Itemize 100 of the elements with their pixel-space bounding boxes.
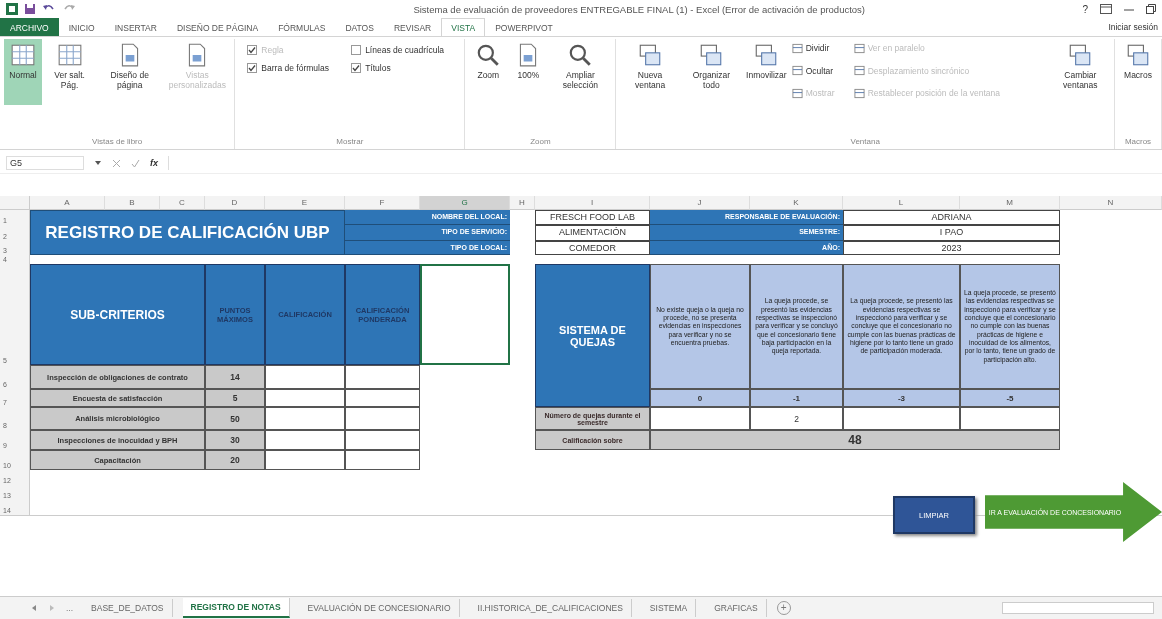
scroll-left-icon[interactable] (30, 604, 38, 612)
checkbox-icon (247, 63, 258, 73)
help-button[interactable]: ? (1082, 3, 1088, 15)
column-header[interactable]: L (843, 196, 960, 210)
column-header[interactable]: N (1060, 196, 1162, 210)
info-value: 2023 (843, 241, 1060, 255)
count-cell[interactable] (650, 407, 750, 430)
windows-icon (1125, 42, 1151, 68)
ribbon-button[interactable]: Organizar todo (681, 39, 742, 105)
ribbon-tab[interactable]: REVISAR (383, 18, 442, 36)
ribbon-tab[interactable]: INSERTAR (104, 18, 167, 36)
info-value: I PAO (843, 225, 1060, 241)
ribbon-tab[interactable]: FÓRMULAS (268, 18, 336, 36)
value-cell: -1 (750, 389, 843, 407)
table-cell: 14 (205, 365, 265, 389)
ribbon-button[interactable]: Normal (4, 39, 42, 105)
column-heading: SUB-CRITERIOS (30, 264, 205, 365)
sheet-tab[interactable]: SISTEMA (641, 599, 697, 617)
sheet-title: REGISTRO DE CALIFICACIÓN UBP (30, 210, 345, 255)
info-value: COMEDOR (535, 241, 650, 255)
column-header[interactable]: G (420, 196, 510, 210)
value-cell: -3 (843, 389, 960, 407)
ribbon-button[interactable]: Nueva ventana (620, 39, 680, 105)
column-header[interactable]: D (205, 196, 265, 210)
checkbox-icon (351, 63, 362, 73)
group-label: Vistas de libro (91, 137, 144, 148)
value-cell: -5 (960, 389, 1060, 407)
name-box[interactable]: G5 (6, 156, 84, 170)
table-cell: 30 (205, 430, 265, 450)
ribbon-checkbox[interactable]: Títulos (351, 63, 453, 73)
table-cell: 5 (205, 389, 265, 407)
column-header[interactable]: I (535, 196, 650, 210)
table-cell: 20 (205, 450, 265, 470)
column-header[interactable]: A (30, 196, 105, 210)
ribbon-button[interactable]: Zoom (469, 39, 508, 105)
sheet-tab[interactable]: II.HISTORICA_DE_CALIFICACIONES (469, 599, 632, 617)
ribbon-display-icon[interactable] (1100, 4, 1112, 14)
column-header[interactable]: J (650, 196, 750, 210)
count-cell[interactable] (843, 407, 960, 430)
excel-icon[interactable] (6, 3, 18, 15)
window-icon (791, 65, 803, 77)
ribbon-button[interactable]: Ampliar selección (549, 39, 612, 105)
window-icon (853, 42, 865, 54)
ribbon-tab[interactable]: DISEÑO DE PÁGINA (166, 18, 269, 36)
column-header[interactable]: F (345, 196, 420, 210)
more-sheets-button[interactable]: ... (66, 603, 74, 613)
window-icon (791, 42, 803, 54)
section-heading: SISTEMA DE QUEJAS (535, 264, 650, 407)
ribbon-tab[interactable]: INICIO (58, 18, 105, 36)
group-label: Zoom (529, 137, 552, 148)
ribbon-small-button[interactable]: Ocultar (791, 61, 852, 80)
ribbon-small-button[interactable]: Dividir (791, 39, 852, 57)
ribbon-button[interactable]: Macros (1119, 39, 1157, 105)
ribbon-checkbox[interactable]: Líneas de cuadrícula (351, 45, 453, 55)
count-cell[interactable]: 2 (750, 407, 843, 430)
sign-in-link[interactable]: Iniciar sesión (1104, 18, 1162, 36)
ribbon-button[interactable]: Inmovilizar (743, 39, 790, 105)
window-icon (791, 87, 803, 99)
column-header[interactable]: B (105, 196, 160, 210)
table-cell: 50 (205, 407, 265, 430)
ribbon-checkbox[interactable]: Barra de fórmulas (247, 63, 338, 73)
ribbon-button[interactable]: Diseño de página (97, 39, 163, 105)
checkbox-icon (351, 45, 362, 55)
column-header[interactable]: H (510, 196, 535, 210)
sheet-tab[interactable]: GRAFICAS (706, 599, 767, 617)
insert-function-button[interactable]: fx (150, 158, 158, 168)
dropdown-icon[interactable] (94, 160, 102, 166)
sheet-tab[interactable]: REGISTRO DE NOTAS (182, 598, 290, 618)
grid-icon (10, 42, 36, 68)
group-label: Mostrar (335, 137, 365, 148)
ribbon-button[interactable]: 100% (509, 39, 548, 105)
window-icon (853, 87, 865, 99)
window-title: Sistema de evaluación de proveedores ENTREGABLE FINAL (1) - Excel (Error de activación de productos) (412, 3, 867, 15)
group-label: Ventana (849, 137, 881, 148)
column-header[interactable]: K (750, 196, 843, 210)
restore-icon[interactable] (1146, 4, 1156, 14)
ribbon-button[interactable]: Ver salt. Pág. (44, 39, 96, 105)
group-label: Macros (1123, 137, 1153, 148)
window-icon (853, 65, 865, 77)
ribbon-tab[interactable]: DATOS (335, 18, 384, 36)
info-value: FRESCH FOOD LAB (535, 210, 650, 225)
ribbon-tab[interactable]: POWERPIVOT (485, 18, 563, 36)
sheet-tab[interactable]: BASE_DE_DATOS (83, 599, 173, 617)
count-cell[interactable] (960, 407, 1060, 430)
sheet-tab[interactable]: EVALUACIÓN DE CONCESIONARIO (299, 599, 460, 617)
grid-icon (56, 42, 83, 68)
ribbon-tab[interactable]: VISTA (441, 18, 486, 36)
info-value: ALIMENTACIÓN (535, 225, 650, 241)
ribbon-button[interactable]: Cambiar ventanas (1050, 39, 1110, 105)
column-header[interactable]: C (160, 196, 205, 210)
column-header[interactable]: E (265, 196, 345, 210)
column-header[interactable]: M (960, 196, 1060, 210)
score-cell: 48 (650, 430, 1060, 450)
check-icon[interactable] (131, 158, 140, 168)
checkbox-icon (247, 45, 258, 55)
value-cell: 0 (650, 389, 750, 407)
ribbon-tab[interactable]: ARCHIVO (0, 18, 59, 36)
horizontal-scrollbar[interactable] (1002, 602, 1154, 614)
save-icon[interactable] (24, 3, 36, 15)
selected-cell[interactable] (420, 264, 510, 365)
